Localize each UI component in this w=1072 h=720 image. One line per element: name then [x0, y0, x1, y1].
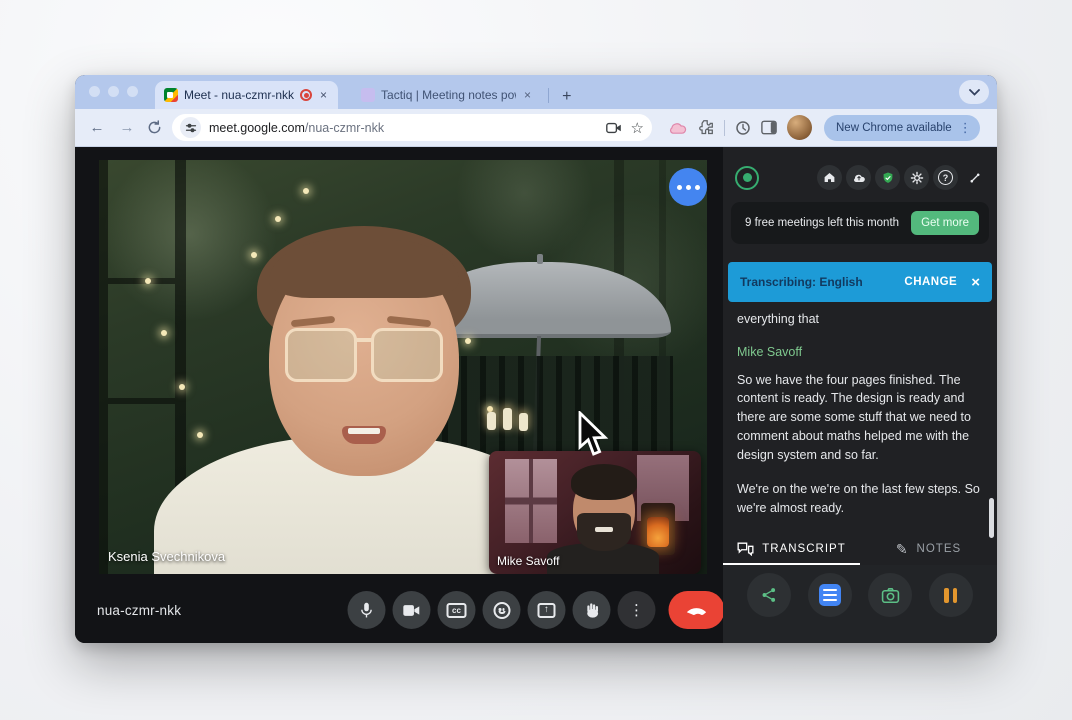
- cloud-upload-button[interactable]: [846, 165, 871, 190]
- share-button[interactable]: [747, 573, 792, 617]
- document-icon: [818, 584, 841, 606]
- window-controls[interactable]: [89, 86, 138, 97]
- home-button[interactable]: [817, 165, 842, 190]
- help-button[interactable]: ?: [933, 165, 958, 190]
- address-bar[interactable]: meet.google.com/nua-czmr-nkk ☆: [172, 114, 652, 141]
- transcribing-label: Transcribing: English: [740, 275, 863, 289]
- tactiq-action-bar: [723, 565, 997, 643]
- meeting-code-label: nua-czmr-nkk: [97, 602, 182, 618]
- back-button[interactable]: ←: [87, 119, 107, 136]
- tactiq-favicon-icon: [361, 88, 376, 102]
- mouse-cursor: [577, 411, 619, 461]
- zoom-window-button[interactable]: [127, 86, 138, 97]
- side-panel-icon[interactable]: [761, 120, 777, 135]
- popout-button[interactable]: [962, 165, 987, 190]
- transcript-chat-icon: [737, 542, 754, 556]
- close-window-button[interactable]: [89, 86, 100, 97]
- present-button[interactable]: ↑: [527, 591, 566, 629]
- more-options-button[interactable]: ⋮: [617, 591, 656, 629]
- browser-toolbar: ← → meet.google.com/nua-czmr-nkk ☆ New C…: [75, 109, 997, 147]
- reactions-button[interactable]: [482, 591, 521, 629]
- tab-transcript[interactable]: TRANSCRIPT: [723, 533, 860, 565]
- close-tab-button[interactable]: ×: [318, 89, 329, 101]
- chat-bubble-icon[interactable]: [669, 168, 707, 206]
- transcript-line: everything that: [737, 312, 819, 326]
- tab-title: Tactiq | Meeting notes powe: [381, 88, 517, 102]
- privacy-shield-icon[interactable]: [875, 165, 900, 190]
- recording-indicator-icon: [300, 89, 313, 101]
- tab-strip: Meet - nua-czmr-nkk × Tactiq | Meeting n…: [75, 75, 997, 109]
- chrome-update-button[interactable]: New Chrome available ⋮: [824, 114, 980, 141]
- pause-transcription-button[interactable]: [928, 573, 973, 617]
- tactiq-panel: ? 9 free meetings left this month Get mo…: [723, 147, 997, 643]
- extensions-puzzle-icon[interactable]: [697, 119, 714, 136]
- meet-favicon-icon: [164, 88, 178, 102]
- close-transcribing-bar-button[interactable]: ×: [971, 274, 980, 291]
- settings-gear-button[interactable]: [904, 165, 929, 190]
- change-language-button[interactable]: CHANGE: [904, 276, 957, 288]
- banner-text: 9 free meetings left this month: [745, 216, 900, 229]
- participant-name-label: Ksenia Svechnikova: [108, 549, 226, 564]
- open-document-button[interactable]: [807, 573, 852, 617]
- main-video-tile: Ksenia Svechnikova Mike Savoff: [99, 160, 707, 574]
- screenshot-button[interactable]: [868, 573, 913, 617]
- tactiq-logo-icon: [735, 165, 759, 190]
- transcript-line: We're on the we're on the last few steps…: [737, 482, 980, 515]
- browser-extension-icon[interactable]: [735, 120, 751, 136]
- pencil-icon: ✎: [895, 540, 909, 557]
- tab-notes[interactable]: ✎ NOTES: [860, 533, 997, 565]
- camera-button[interactable]: [392, 591, 431, 629]
- tab-search-chevron-button[interactable]: [959, 80, 989, 104]
- tab-title: Meet - nua-czmr-nkk: [184, 88, 295, 102]
- browser-window: Meet - nua-czmr-nkk × Tactiq | Meeting n…: [75, 75, 997, 643]
- panel-scrollbar[interactable]: [989, 498, 994, 538]
- reload-button[interactable]: [147, 120, 162, 135]
- raise-hand-button[interactable]: [572, 591, 611, 629]
- browser-menu-icon[interactable]: ⋮: [959, 120, 972, 136]
- transcribing-bar: Transcribing: English CHANGE ×: [728, 262, 992, 302]
- url-text: meet.google.com/nua-czmr-nkk: [209, 120, 385, 135]
- glasses: [285, 328, 357, 382]
- minimize-window-button[interactable]: [108, 86, 119, 97]
- camera-permission-icon[interactable]: [605, 122, 622, 134]
- pause-icon: [944, 587, 958, 603]
- smiley-icon: [493, 601, 510, 619]
- tactiq-header: ?: [723, 147, 997, 190]
- forward-button[interactable]: →: [117, 119, 137, 136]
- site-settings-icon[interactable]: [180, 117, 201, 138]
- pip-video-tile[interactable]: Mike Savoff: [489, 451, 701, 574]
- transcript-speaker: Mike Savoff: [737, 344, 803, 359]
- toolbar-divider: [724, 119, 725, 136]
- captions-button[interactable]: cc: [437, 591, 476, 629]
- close-tab-button[interactable]: ×: [522, 89, 533, 101]
- tab-tactiq[interactable]: Tactiq | Meeting notes powe ×: [352, 81, 542, 109]
- pip-name-label: Mike Savoff: [497, 554, 560, 568]
- cloud-extension-icon[interactable]: [668, 121, 687, 135]
- meet-page: Ksenia Svechnikova Mike Savoff nua-czmr-…: [75, 147, 997, 643]
- panel-tabs: TRANSCRIPT ✎ NOTES: [723, 533, 997, 565]
- end-call-button[interactable]: [668, 591, 725, 629]
- profile-avatar[interactable]: [787, 115, 812, 140]
- microphone-button[interactable]: [347, 591, 386, 629]
- new-tab-button[interactable]: +: [557, 89, 576, 105]
- get-more-button[interactable]: Get more: [911, 211, 979, 235]
- tab-meet[interactable]: Meet - nua-czmr-nkk ×: [155, 81, 339, 109]
- bookmark-star-button[interactable]: ☆: [631, 119, 644, 137]
- tab-divider: [548, 88, 550, 103]
- transcript-list[interactable]: everything that Mike Savoff So we have t…: [723, 302, 997, 533]
- transcript-line: So we have the four pages finished. The …: [737, 372, 971, 462]
- free-meetings-banner: 9 free meetings left this month Get more: [731, 202, 989, 244]
